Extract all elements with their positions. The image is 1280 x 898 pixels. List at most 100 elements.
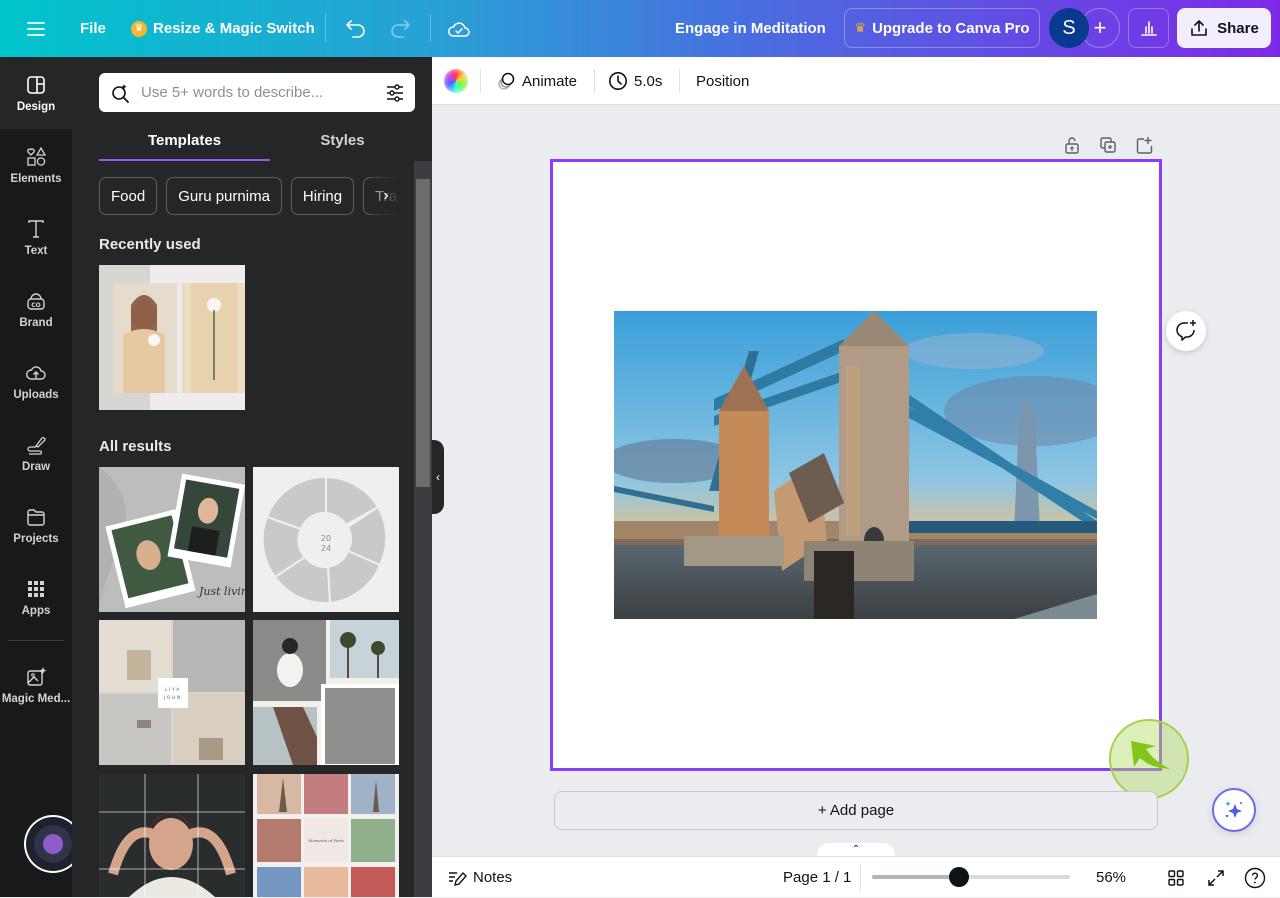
sparkle-icon [1225,801,1242,818]
all-results-heading: All results [99,438,172,455]
main-menu-button[interactable] [26,0,46,57]
template-thumbnail[interactable]: Just living [99,467,245,612]
cloud-upload-icon [26,365,46,380]
template-search-box[interactable] [99,73,415,112]
animate-label: Animate [522,72,578,90]
coffee-collage-image: LIYA JOHN [99,620,245,765]
animate-button[interactable]: Animate [496,57,577,105]
undo-icon [346,19,365,38]
add-comment-button[interactable] [1166,311,1206,351]
hamburger-icon [27,21,45,36]
resize-magic-switch-button[interactable]: ♛ Resize & Magic Switch [131,0,315,57]
crown-icon: ♛ [131,20,147,37]
color-picker-button[interactable] [444,57,468,105]
template-thumbnail[interactable] [99,774,245,897]
grid-portrait-image [99,774,245,897]
rail-item-draw[interactable]: Draw [0,417,72,489]
rail-item-uploads[interactable]: Uploads [0,345,72,417]
animate-icon [498,72,515,90]
chevron-right-icon: › [383,187,389,204]
rail-item-apps[interactable]: Apps [0,561,72,633]
design-title[interactable]: Engage in Meditation [675,0,826,57]
template-thumbnail[interactable]: Moments of Paris [253,774,399,897]
avatar[interactable]: S [1049,8,1089,48]
chips-next-button[interactable]: › [372,177,400,215]
template-thumbnail[interactable] [253,620,399,765]
chip-guru-purnima[interactable]: Guru purnima [166,177,282,215]
plant-polaroid-image: Just living [99,467,245,612]
fashion-diptych-image [99,265,245,410]
position-button[interactable]: Position [696,57,749,105]
rail-label: Design [16,100,56,113]
zoom-slider[interactable] [872,867,1070,887]
panel-scrollbar[interactable] [414,161,432,897]
show-pages-button[interactable]: ⌃ [817,843,895,857]
svg-text:24: 24 [321,544,331,553]
add-page-icon[interactable] [1134,135,1154,155]
share-label: Share [1217,19,1259,37]
svg-text:CO: CO [31,302,41,309]
share-button[interactable]: Share [1177,8,1271,48]
cloud-check-icon [448,21,470,37]
rail-item-text[interactable]: Text [0,201,72,273]
cursor-arrow-icon [1131,741,1170,769]
crown-icon: ♛ [854,20,867,35]
help-button[interactable] [1244,857,1266,898]
rail-label: Draw [21,460,51,473]
template-thumbnail[interactable]: 20 24 [253,467,399,612]
chevron-up-icon: ⌃ [851,844,861,855]
help-icon [1244,867,1266,888]
page-indicator-button[interactable]: Page 1 / 1 [783,857,851,898]
folder-icon [27,508,45,526]
notes-button[interactable]: Notes [447,857,512,898]
comment-add-icon [1176,320,1196,341]
chip-hiring[interactable]: Hiring [290,177,355,215]
recent-template-thumbnail[interactable] [99,265,245,410]
upgrade-button[interactable]: ♛ Upgrade to Canva Pro [844,8,1040,48]
rail-item-elements[interactable]: Elements [0,129,72,201]
rail-label: Elements [10,172,62,185]
duration-button[interactable]: 5.0s [608,57,662,105]
lock-open-icon[interactable] [1062,135,1082,155]
chip-food[interactable]: Food [99,177,158,215]
redo-icon [391,19,410,38]
suggestion-chips: Food Guru purnima Hiring Tra [99,177,399,217]
template-search-input[interactable] [141,84,385,101]
divider [430,14,431,42]
magic-assistant-button[interactable] [1212,788,1256,832]
zoom-slider-knob[interactable] [949,867,970,887]
tower-bridge-image [614,311,1097,619]
rail-item-design[interactable]: Design [0,57,72,129]
pen-icon [27,436,46,455]
svg-text:JOHN: JOHN [163,695,182,700]
tab-templates[interactable]: Templates [99,123,270,161]
add-page-button[interactable]: + Add page [554,791,1158,830]
filter-sliders-icon[interactable] [385,83,405,103]
insights-button[interactable] [1128,8,1169,48]
template-thumbnail[interactable]: LIYA JOHN [99,620,245,765]
rail-item-magic-media[interactable]: Magic Med... [0,649,72,721]
save-status-button[interactable] [447,0,471,57]
divider [860,865,861,891]
beach-collage-image [253,620,399,765]
zoom-level-button[interactable]: 56% [1096,857,1126,898]
tower-bridge-photo[interactable] [614,311,1097,619]
color-wheel-icon [444,69,468,93]
duplicate-page-icon[interactable] [1098,135,1118,155]
rail-item-projects[interactable]: Projects [0,489,72,561]
svg-text:20: 20 [321,534,331,543]
file-menu-button[interactable]: File [80,0,106,57]
collapse-panel-button[interactable]: ‹ [432,440,444,514]
scrollbar-thumb[interactable] [416,179,430,487]
rail-item-brand[interactable]: CO Brand [0,273,72,345]
templates-panel: Templates Styles Food Guru purnima Hirin… [72,57,432,897]
side-rail: Design Elements Text CO Brand Uploads Dr… [0,57,82,897]
panel-tabs: Templates Styles [99,123,415,161]
rail-label: Apps [21,604,51,617]
fullscreen-button[interactable] [1206,857,1226,898]
cursor-highlight [1109,719,1189,799]
undo-button[interactable] [344,0,366,57]
grid-view-button[interactable] [1167,857,1185,898]
redo-button[interactable] [390,0,412,57]
tab-styles[interactable]: Styles [270,123,415,161]
